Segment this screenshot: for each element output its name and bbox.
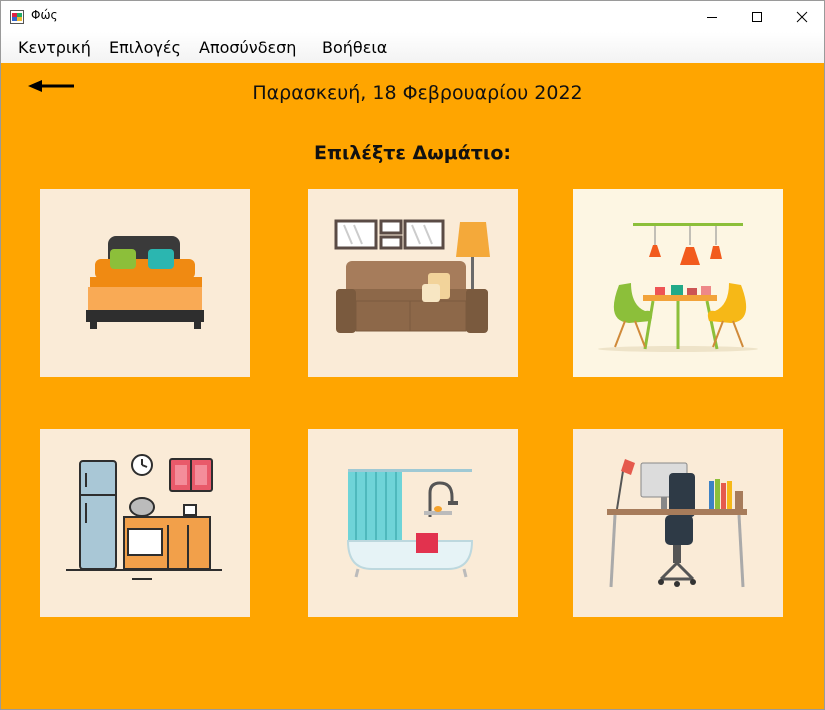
room-living-room-button[interactable]	[308, 189, 518, 377]
menu-item-home[interactable]: Κεντρική	[18, 38, 91, 57]
main-content: Παρασκευή, 18 Φεβρουαρίου 2022 Επιλέξτε …	[1, 63, 824, 709]
room-kitchen-button[interactable]	[40, 429, 250, 617]
choose-room-heading: Επιλέξτε Δωμάτιο:	[314, 142, 511, 164]
room-office-button[interactable]	[573, 429, 783, 617]
close-button[interactable]	[779, 1, 824, 32]
app-window-icon	[10, 9, 24, 24]
room-bedroom-button[interactable]	[40, 189, 250, 377]
menu-item-help[interactable]: Βοήθεια	[322, 38, 387, 57]
app-window: Φώς Κεντρική Επιλογές Αποσύνδεση Βοήθεια…	[0, 0, 825, 710]
menu-item-logout[interactable]: Αποσύνδεση	[199, 38, 296, 57]
title-bar[interactable]: Φώς	[1, 1, 824, 32]
room-bathroom-button[interactable]	[308, 429, 518, 617]
maximize-button[interactable]	[734, 1, 780, 32]
window-title: Φώς	[31, 8, 58, 22]
maximize-icon	[752, 11, 762, 22]
menu-item-options[interactable]: Επιλογές	[109, 38, 181, 57]
minimize-icon	[707, 16, 717, 18]
close-icon	[796, 11, 808, 22]
date-label: Παρασκευή, 18 Φεβρουαρίου 2022	[252, 82, 583, 104]
desk-icon	[607, 459, 747, 588]
minimize-button[interactable]	[689, 1, 735, 32]
kitchen-icon	[66, 454, 222, 580]
sofa-icon	[334, 219, 490, 333]
room-dining-room-button[interactable]	[573, 189, 783, 377]
dining-table-icon	[598, 223, 758, 352]
menu-bar: Κεντρική Επιλογές Αποσύνδεση Βοήθεια	[1, 32, 824, 63]
bathtub-icon	[346, 469, 474, 578]
bed-icon	[86, 236, 204, 329]
